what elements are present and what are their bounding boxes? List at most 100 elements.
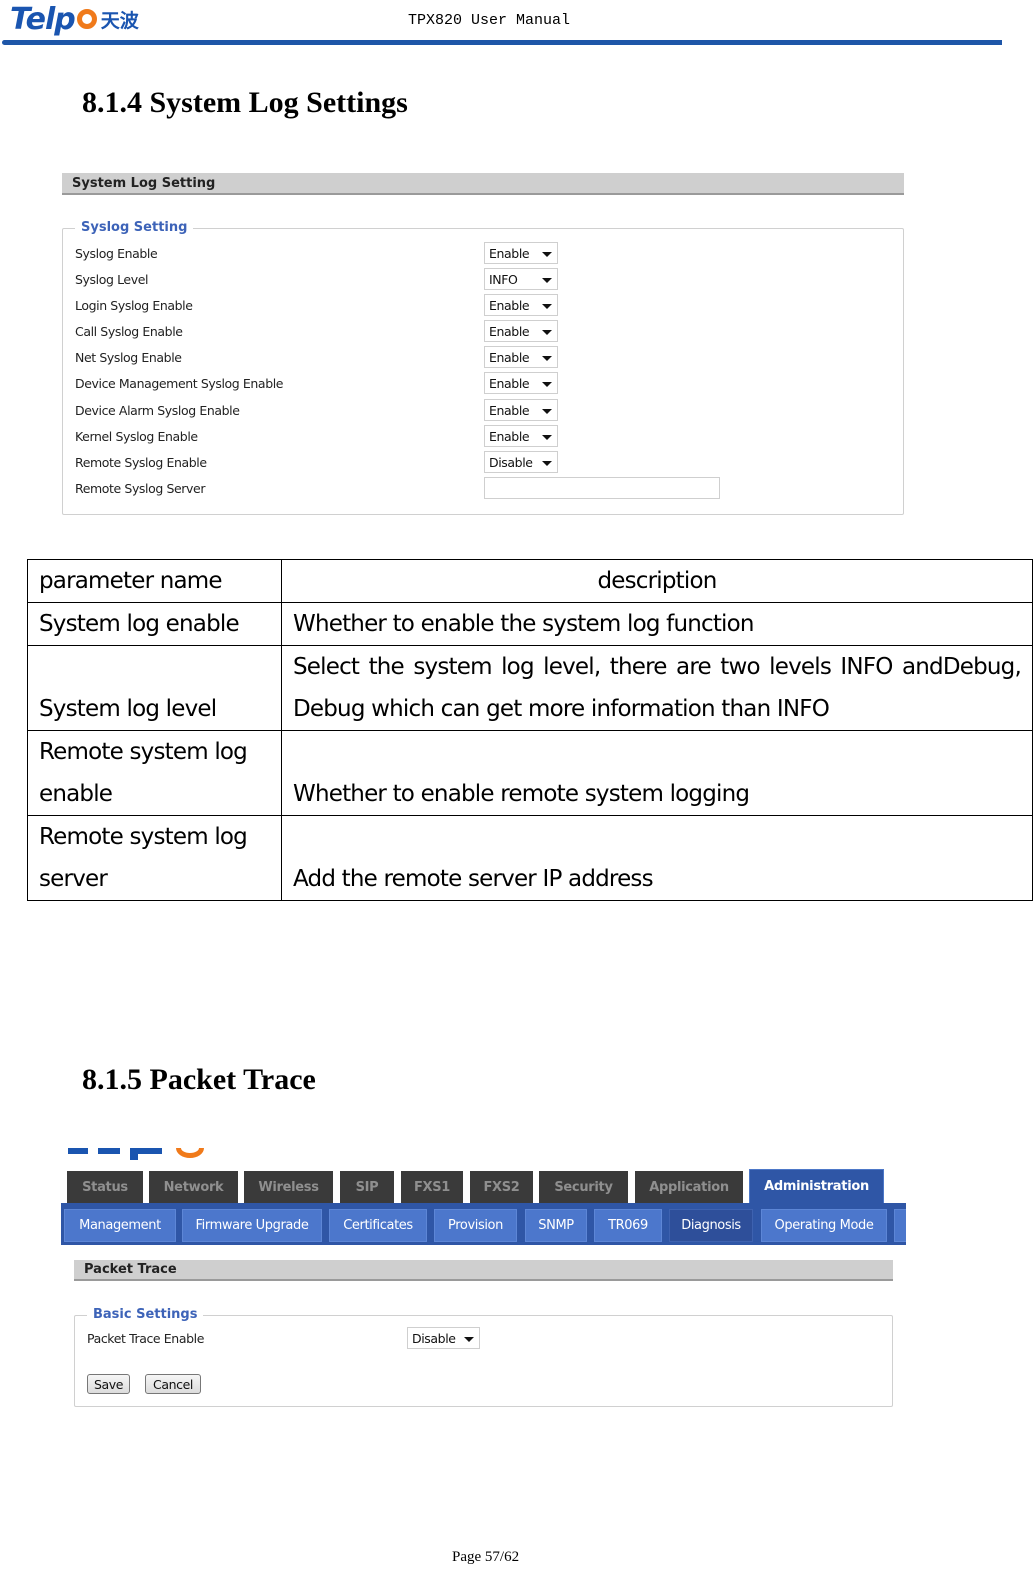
tab-security[interactable]: Security bbox=[539, 1171, 628, 1203]
subtab-management[interactable]: Management bbox=[64, 1209, 176, 1242]
save-button[interactable]: Save bbox=[87, 1374, 130, 1394]
cancel-button[interactable]: Cancel bbox=[145, 1374, 201, 1394]
select-value: Enable bbox=[489, 375, 530, 391]
cropped-logo-icon bbox=[68, 1148, 208, 1160]
dropdown-caret-icon bbox=[542, 435, 552, 440]
tab-status[interactable]: Status bbox=[67, 1171, 143, 1203]
subtab-tr069[interactable]: TR069 bbox=[594, 1209, 662, 1242]
setting-row-remote-syslog-enable: Remote Syslog Enable Disable bbox=[75, 449, 893, 475]
panel-title-bar: System Log Setting bbox=[62, 173, 904, 195]
description-cell: Select the system log level, there are t… bbox=[281, 645, 1033, 731]
call-syslog-select[interactable]: Enable bbox=[484, 320, 558, 342]
table-row: System log enable Whether to enable the … bbox=[27, 602, 1033, 646]
device-mgmt-syslog-select[interactable]: Enable bbox=[484, 372, 558, 394]
subtab-overflow[interactable] bbox=[894, 1209, 906, 1242]
setting-row-login-syslog: Login Syslog Enable Enable bbox=[75, 292, 893, 318]
subtab-provision[interactable]: Provision bbox=[434, 1209, 517, 1242]
select-value: Disable bbox=[489, 454, 533, 470]
select-value: Enable bbox=[489, 428, 530, 444]
device-alarm-syslog-select[interactable]: Enable bbox=[484, 399, 558, 421]
select-value: Disable bbox=[412, 1330, 456, 1346]
syslog-level-select[interactable]: INFO bbox=[484, 268, 558, 290]
logo-chinese: 天波 bbox=[100, 9, 139, 32]
dropdown-caret-icon bbox=[542, 356, 552, 361]
dropdown-caret-icon bbox=[542, 461, 552, 466]
setting-label: Login Syslog Enable bbox=[75, 297, 193, 313]
setting-label: Remote Syslog Enable bbox=[75, 454, 207, 470]
kernel-syslog-select[interactable]: Enable bbox=[484, 425, 558, 447]
section-heading-system-log: 8.1.4 System Log Settings bbox=[82, 86, 408, 119]
dropdown-caret-icon bbox=[464, 1337, 474, 1342]
table-header-row: parameter name description bbox=[27, 559, 1033, 603]
dropdown-caret-icon bbox=[542, 382, 552, 387]
parameter-table: parameter name description System log en… bbox=[27, 559, 1033, 901]
setting-label: Device Alarm Syslog Enable bbox=[75, 402, 240, 418]
setting-label: Syslog Enable bbox=[75, 245, 158, 261]
dropdown-caret-icon bbox=[542, 252, 552, 257]
header-cell-parameter: parameter name bbox=[27, 559, 282, 603]
description-cell: Whether to enable remote system logging bbox=[281, 730, 1033, 816]
tab-fxs1[interactable]: FXS1 bbox=[401, 1171, 463, 1203]
setting-row-syslog-enable: Syslog Enable Enable bbox=[75, 240, 893, 266]
manual-title: TPX820 User Manual bbox=[408, 12, 571, 29]
parameter-cell: System log enable bbox=[27, 602, 282, 646]
subtab-snmp[interactable]: SNMP bbox=[525, 1209, 587, 1242]
panel-title: System Log Setting bbox=[72, 175, 216, 191]
table-row: Remote system log enable Whether to enab… bbox=[27, 730, 1033, 816]
tab-administration[interactable]: Administration bbox=[749, 1169, 884, 1203]
tab-fxs2[interactable]: FXS2 bbox=[470, 1171, 533, 1203]
basic-settings-fieldset: Basic Settings Packet Trace Enable Disab… bbox=[74, 1307, 893, 1407]
subtab-operating-mode[interactable]: Operating Mode bbox=[761, 1209, 887, 1242]
panel-title: Packet Trace bbox=[84, 1262, 177, 1277]
header-cell-description: description bbox=[281, 559, 1033, 603]
setting-row-remote-syslog-server: Remote Syslog Server bbox=[75, 475, 893, 501]
setting-label: Call Syslog Enable bbox=[75, 323, 183, 339]
header-divider bbox=[2, 40, 1002, 45]
select-value: Enable bbox=[489, 297, 530, 313]
dropdown-caret-icon bbox=[542, 278, 552, 283]
fieldset-legend: Basic Settings bbox=[87, 1307, 204, 1322]
select-value: INFO bbox=[489, 271, 518, 287]
telpo-logo: Telp 天波 bbox=[10, 1, 139, 37]
dropdown-caret-icon bbox=[542, 304, 552, 309]
fieldset-legend: Syslog Setting bbox=[75, 220, 194, 235]
syslog-enable-select[interactable]: Enable bbox=[484, 242, 558, 264]
parameter-cell: System log level bbox=[27, 645, 282, 731]
remote-syslog-enable-select[interactable]: Disable bbox=[484, 451, 558, 473]
tab-application[interactable]: Application bbox=[635, 1171, 743, 1203]
section-heading-packet-trace: 8.1.5 Packet Trace bbox=[82, 1063, 316, 1096]
setting-row-call-syslog: Call Syslog Enable Enable bbox=[75, 318, 893, 344]
select-value: Enable bbox=[489, 323, 530, 339]
setting-label: Packet Trace Enable bbox=[87, 1330, 204, 1346]
setting-row-device-mgmt-syslog: Device Management Syslog Enable Enable bbox=[75, 370, 893, 396]
subtab-firmware-upgrade[interactable]: Firmware Upgrade bbox=[182, 1209, 322, 1242]
dropdown-caret-icon bbox=[542, 409, 552, 414]
setting-label: Remote Syslog Server bbox=[75, 480, 206, 496]
dropdown-caret-icon bbox=[542, 330, 552, 335]
select-value: Enable bbox=[489, 349, 530, 365]
syslog-fieldset: Syslog Setting Syslog Enable Enable Sysl… bbox=[62, 220, 904, 515]
logo-wordmark: Telp bbox=[10, 1, 76, 37]
tab-wireless[interactable]: Wireless bbox=[244, 1171, 333, 1203]
tab-sip[interactable]: SIP bbox=[340, 1171, 394, 1203]
setting-row-kernel-syslog: Kernel Syslog Enable Enable bbox=[75, 423, 893, 449]
tab-network[interactable]: Network bbox=[149, 1171, 238, 1203]
parameter-cell: Remote system log enable bbox=[27, 730, 282, 816]
packet-trace-enable-select[interactable]: Disable bbox=[407, 1327, 480, 1349]
net-syslog-select[interactable]: Enable bbox=[484, 346, 558, 368]
setting-row-syslog-level: Syslog Level INFO bbox=[75, 266, 893, 292]
login-syslog-select[interactable]: Enable bbox=[484, 294, 558, 316]
parameter-cell: Remote system log server bbox=[27, 815, 282, 901]
packet-trace-title-bar: Packet Trace bbox=[74, 1260, 893, 1281]
setting-row-net-syslog: Net Syslog Enable Enable bbox=[75, 344, 893, 370]
setting-row-packet-trace: Packet Trace Enable Disable bbox=[87, 1325, 882, 1351]
logo-ring-icon bbox=[76, 9, 97, 29]
table-row: Remote system log server Add the remote … bbox=[27, 815, 1033, 901]
remote-syslog-server-input[interactable] bbox=[484, 477, 720, 499]
description-cell: Whether to enable the system log functio… bbox=[281, 602, 1033, 646]
subtab-diagnosis[interactable]: Diagnosis bbox=[669, 1209, 753, 1242]
table-row: System log level Select the system log l… bbox=[27, 645, 1033, 731]
select-value: Enable bbox=[489, 245, 530, 261]
subtab-certificates[interactable]: Certificates bbox=[329, 1209, 427, 1242]
setting-label: Device Management Syslog Enable bbox=[75, 375, 284, 391]
